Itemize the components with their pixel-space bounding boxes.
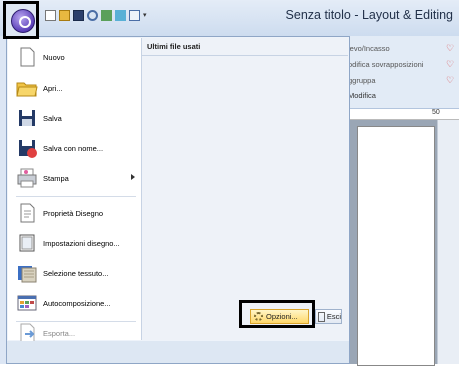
exit-icon (318, 311, 325, 322)
heart-icon[interactable]: ♡ (446, 75, 454, 86)
save-icon (16, 107, 38, 129)
save-icon[interactable] (73, 10, 84, 21)
menu-command-list: Nuovo Apri... Salva Salva con nome... St… (8, 38, 142, 343)
design-properties-icon (16, 202, 38, 224)
recent-files-header: Ultimi file usati (142, 38, 348, 56)
recent-files-panel: Ultimi file usati (142, 38, 348, 340)
options-button[interactable]: Opzioni... (250, 309, 309, 324)
menu-item-new[interactable]: Nuovo (8, 42, 141, 72)
title-bar: ▾ Senza titolo - Layout & Editing (0, 0, 459, 36)
ribbon-item[interactable]: ggruppa (348, 76, 376, 85)
menu-item-label: Esporta... (43, 328, 76, 338)
vertical-scrollbar[interactable] (437, 120, 459, 364)
menu-separator (16, 196, 136, 197)
design-page[interactable] (357, 126, 435, 366)
menu-item-label: Autocomposizione... (43, 298, 111, 308)
import-icon[interactable] (115, 10, 126, 21)
menu-item-open[interactable]: Apri... (8, 73, 141, 103)
menu-item-save[interactable]: Salva (8, 103, 141, 133)
save-as-icon (16, 137, 38, 159)
quick-access-toolbar: ▾ (45, 10, 149, 21)
ribbon-item[interactable]: odifica sovrapposizioni (348, 60, 423, 69)
new-file-icon[interactable] (45, 10, 56, 21)
print-icon (16, 167, 38, 189)
ribbon-item[interactable]: ievo/Incasso (348, 44, 390, 53)
exit-button[interactable]: Esci (315, 309, 342, 324)
heart-icon[interactable]: ♡ (446, 43, 454, 54)
menu-item-label: Impostazioni disegno... (43, 238, 120, 248)
options-button-label: Opzioni... (266, 312, 298, 321)
application-window: ▾ Senza titolo - Layout & Editing ievo/I… (0, 0, 459, 366)
gear-icon (254, 312, 263, 321)
menu-item-fabric-selection[interactable]: Selezione tessuto... (8, 258, 141, 288)
send-icon[interactable] (101, 10, 112, 21)
ruler-label: 50 (432, 109, 440, 116)
exit-button-label: Esci (326, 312, 341, 321)
open-folder-icon[interactable] (59, 10, 70, 21)
heart-icon[interactable]: ♡ (446, 59, 454, 70)
display-icon[interactable] (129, 10, 140, 21)
application-menu-icon[interactable] (11, 9, 35, 33)
wizard-icon (16, 292, 38, 314)
menu-item-label: Salva con nome... (43, 143, 104, 153)
new-document-icon (16, 46, 38, 68)
menu-footer (7, 341, 349, 363)
menu-item-save-as[interactable]: Salva con nome... (8, 133, 141, 163)
menu-item-wizard[interactable]: Autocomposizione... (8, 288, 141, 318)
menu-item-label: Nuovo (43, 52, 65, 62)
application-button-highlight (3, 1, 39, 39)
ruler: 50 (344, 109, 459, 120)
fabric-selection-icon (16, 262, 38, 284)
menu-item-label: Salva (43, 113, 62, 123)
ribbon-group-label: Modifica (348, 91, 376, 100)
menu-item-label: Apri... (43, 83, 63, 93)
menu-item-label: Proprietà Disegno (43, 208, 104, 218)
customize-dropdown-icon[interactable]: ▾ (143, 10, 149, 21)
menu-item-design-properties[interactable]: Proprietà Disegno (8, 198, 141, 228)
menu-item-label: Stampa (43, 173, 69, 183)
zoom-icon[interactable] (87, 10, 98, 21)
design-settings-icon (16, 232, 38, 254)
menu-item-design-settings[interactable]: Impostazioni disegno... (8, 228, 141, 258)
submenu-arrow-icon (131, 174, 135, 180)
menu-item-label: Selezione tessuto... (43, 268, 109, 278)
open-folder-icon (16, 77, 38, 99)
window-title: Senza titolo - Layout & Editing (285, 8, 453, 22)
menu-item-print[interactable]: Stampa (8, 163, 141, 193)
ribbon: ievo/Incasso odifica sovrapposizioni ggr… (344, 36, 459, 109)
